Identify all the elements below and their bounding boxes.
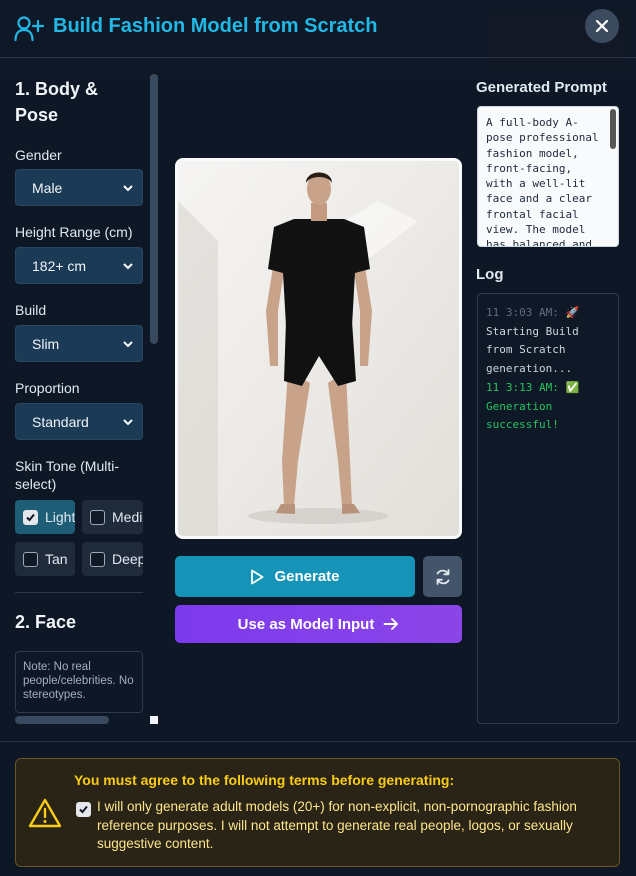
regenerate-button[interactable] [423, 556, 462, 597]
use-as-model-input-button[interactable]: Use as Model Input [175, 605, 462, 643]
skin-option-medium[interactable]: Mediu [82, 500, 143, 534]
skin-option-label: Mediu [112, 509, 143, 525]
face-note: Note: No real people/celebrities. No ste… [15, 651, 143, 713]
log-title: Log [476, 266, 504, 283]
terms-agreement-text: I will only generate adult models (20+) … [97, 799, 577, 851]
refresh-icon [436, 568, 449, 585]
skin-option-tan[interactable]: Tan [15, 542, 75, 576]
footer-divider [0, 741, 636, 742]
gender-select[interactable]: Male [15, 169, 143, 206]
height-label: Height Range (cm) [15, 224, 133, 240]
log-time: 11 3:03 AM: [486, 306, 559, 319]
log-entry: 11 3:03 AM: 🚀 Starting Build from Scratc… [486, 304, 610, 379]
proportion-select[interactable]: Standard [15, 403, 143, 440]
horizontal-scrollbar[interactable] [15, 716, 109, 724]
skin-option-deep[interactable]: Deep [82, 542, 143, 576]
skin-option-label: Deep [112, 551, 143, 567]
checkbox-checked-icon [23, 509, 38, 525]
section-divider [15, 592, 143, 593]
build-label: Build [15, 302, 47, 318]
build-value: Slim [32, 335, 60, 352]
generate-button[interactable]: Generate [175, 556, 415, 597]
chevron-down-icon [123, 185, 133, 192]
section-title-face: 2. Face [15, 612, 77, 632]
skin-option-light[interactable]: Light [15, 500, 75, 534]
modal-header: Build Fashion Model from Scratch [0, 0, 636, 58]
log-text: Generation successful! [486, 399, 559, 432]
prompt-scrollbar[interactable] [610, 109, 616, 149]
height-value: 182+ cm [32, 257, 87, 274]
gender-value: Male [32, 179, 63, 196]
section-title-body-pose: 1. Body & Pose [15, 79, 99, 125]
generate-label: Generate [274, 568, 340, 585]
close-button[interactable] [585, 9, 619, 43]
log-entry: 11 3:13 AM: ✅ Generation successful! [486, 379, 610, 435]
chevron-down-icon [123, 341, 133, 348]
terms-warning: You must agree to the following terms be… [15, 758, 620, 867]
add-user-icon [14, 16, 44, 42]
log-time: 11 3:13 AM: [486, 380, 559, 394]
height-select[interactable]: 182+ cm [15, 247, 143, 284]
close-icon [595, 19, 609, 33]
settings-panel[interactable]: 1. Body & Pose Gender Male Height Range … [0, 60, 160, 726]
vertical-scrollbar[interactable] [150, 74, 158, 344]
proportion-value: Standard [32, 413, 89, 430]
terms-heading: You must agree to the following terms be… [74, 772, 455, 788]
checkbox-icon [23, 551, 38, 567]
proportion-label: Proportion [15, 380, 80, 396]
skin-option-label: Light [45, 509, 75, 525]
check-mark-icon: ✅ [565, 380, 580, 394]
gender-label: Gender [15, 147, 62, 163]
arrow-right-icon [383, 618, 399, 630]
prompt-text: A full-body A-pose professional fashion … [486, 116, 599, 247]
checkbox-icon [90, 551, 105, 567]
checkbox-checked-icon [79, 805, 88, 814]
build-select[interactable]: Slim [15, 325, 143, 362]
skin-option-label: Tan [45, 551, 68, 567]
modal-title: Build Fashion Model from Scratch [53, 15, 378, 37]
log-panel: 11 3:03 AM: 🚀 Starting Build from Scratc… [477, 293, 619, 724]
generated-prompt-title: Generated Prompt [476, 79, 607, 96]
agree-checkbox[interactable] [76, 802, 91, 817]
play-icon [251, 569, 264, 584]
build-model-modal: Build Fashion Model from Scratch 1. Body… [0, 0, 636, 876]
use-label: Use as Model Input [237, 615, 375, 633]
scrollbar-corner [150, 716, 158, 724]
generated-model-image [175, 158, 462, 539]
generated-prompt-textarea[interactable]: A full-body A-pose professional fashion … [477, 106, 619, 247]
checkbox-icon [90, 509, 105, 525]
warning-icon [28, 798, 62, 828]
chevron-down-icon [123, 263, 133, 270]
chevron-down-icon [123, 419, 133, 426]
skin-tone-label: Skin Tone (Multi-select) [15, 458, 120, 492]
log-text: Starting Build from Scratch generation..… [486, 324, 579, 376]
rocket-icon: 🚀 [565, 306, 580, 319]
